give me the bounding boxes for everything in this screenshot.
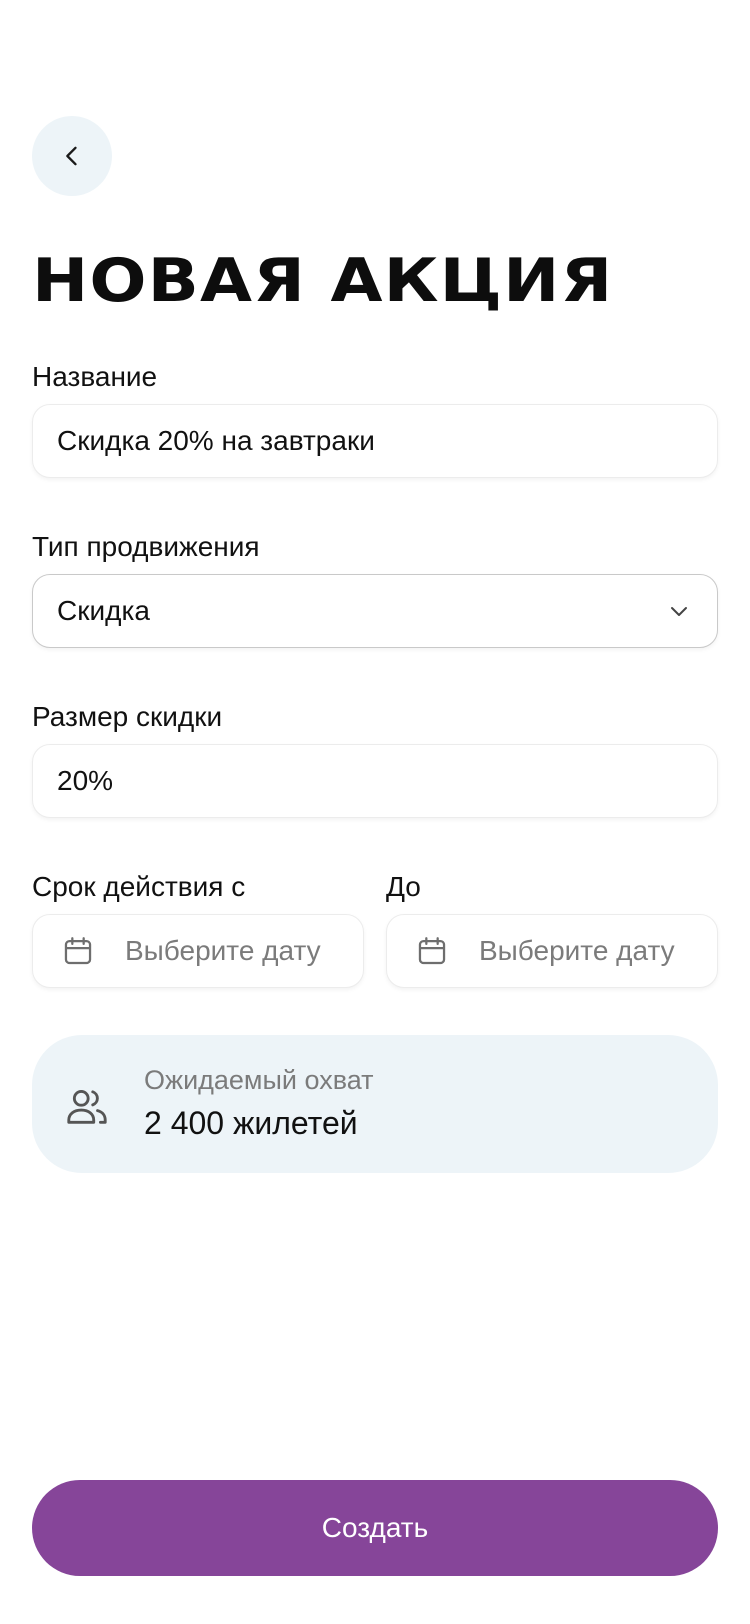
create-button-label: Создать xyxy=(321,1512,429,1543)
valid-from-label: Срок действия с xyxy=(32,871,246,902)
chevron-down-icon xyxy=(671,607,687,616)
name-label: Название xyxy=(32,361,158,392)
calendar-icon xyxy=(64,937,92,965)
name-input-value: Скидка 20% на завтраки xyxy=(57,425,375,456)
valid-from-date-picker[interactable]: Выберите дату xyxy=(32,914,364,988)
chevron-left-icon xyxy=(66,146,77,166)
discount-size-value: 20% xyxy=(57,765,114,796)
valid-to-placeholder: Выберите дату xyxy=(479,935,675,966)
calendar-icon xyxy=(418,937,446,965)
valid-to-label: До xyxy=(386,871,421,902)
page-title: НОВАЯ АКЦИЯ xyxy=(32,246,614,316)
valid-from-placeholder: Выберите дату xyxy=(125,935,321,966)
expected-reach-value: 2 400 жилетей xyxy=(144,1105,358,1141)
back-button[interactable] xyxy=(32,116,112,196)
create-button[interactable]: Создать xyxy=(32,1480,718,1576)
new-promotion-screen: НОВАЯ АКЦИЯ Название Скидка 20% на завтр… xyxy=(0,0,750,1624)
expected-reach-card: Ожидаемый охват 2 400 жилетей xyxy=(32,1035,718,1173)
discount-size-input[interactable]: 20% xyxy=(32,744,718,818)
discount-size-label: Размер скидки xyxy=(32,701,223,732)
promo-type-value: Скидка xyxy=(57,595,150,626)
expected-reach-label: Ожидаемый охват xyxy=(144,1065,374,1095)
promo-type-select[interactable]: Скидка xyxy=(32,574,718,648)
users-icon xyxy=(67,1089,107,1124)
name-input[interactable]: Скидка 20% на завтраки xyxy=(32,404,718,478)
valid-to-date-picker[interactable]: Выберите дату xyxy=(386,914,718,988)
promo-type-label: Тип продвижения xyxy=(32,531,260,562)
